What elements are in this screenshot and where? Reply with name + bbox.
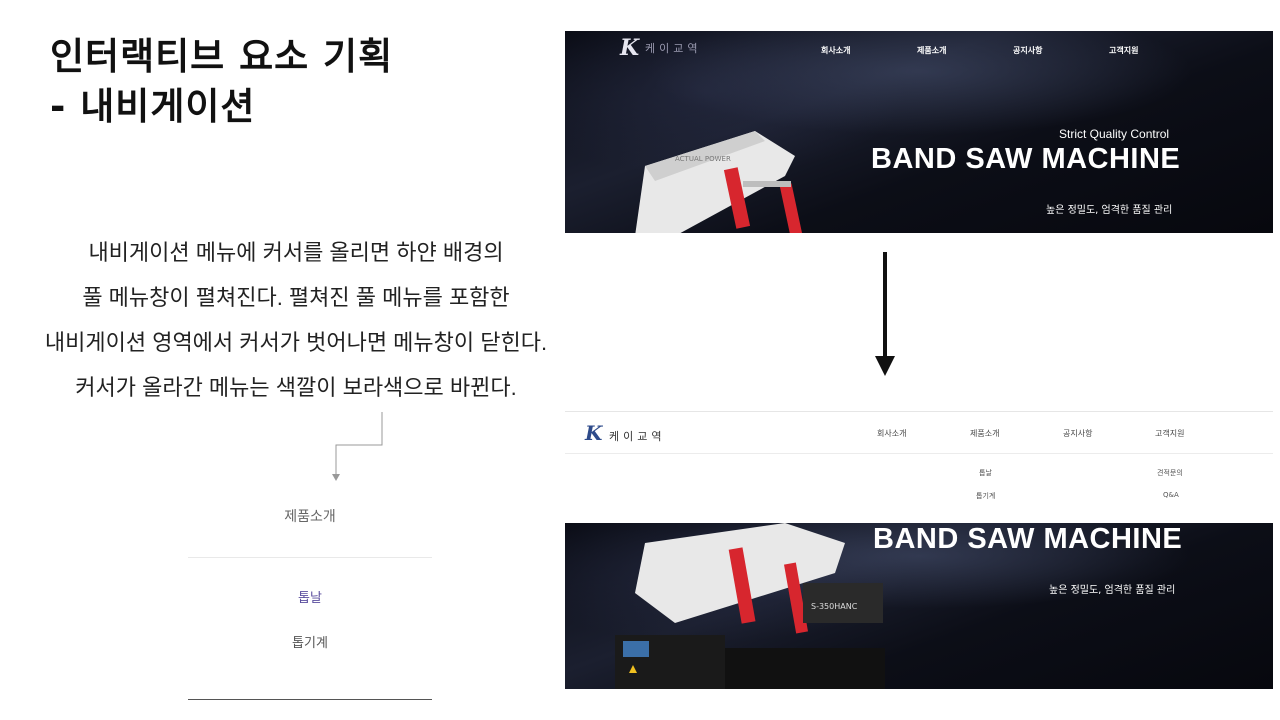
banner-before: K 케이교역 회사소개 제품소개 공지사항 고객지원 ACTUAL POWER … xyxy=(565,31,1273,233)
nav-item-products[interactable]: 제품소개 xyxy=(970,428,999,439)
nav-item-company[interactable]: 회사소개 xyxy=(821,45,850,56)
title-line-1: 인터랙티브 요소 기획 xyxy=(50,35,394,78)
description: 내비게이션 메뉴에 커서를 올리면 하얀 배경의 풀 메뉴창이 펼쳐진다. 펼쳐… xyxy=(0,230,592,410)
nav-item-company[interactable]: 회사소개 xyxy=(877,428,906,439)
detail-menu-item-saw-machine[interactable]: 톱기계 xyxy=(188,632,432,651)
machine-model-label: S-350HANC xyxy=(811,602,858,611)
detail-menu-header[interactable]: 제품소개 xyxy=(188,495,432,558)
banner-after: S-350HANC BAND SAW MACHINE 높은 정밀도, 엄격한 품… xyxy=(565,523,1273,689)
svg-text:ACTUAL POWER: ACTUAL POWER xyxy=(675,155,731,163)
nav-item-support[interactable]: 고객지원 xyxy=(1155,428,1184,439)
submenu-item-quote[interactable]: 견적문의 xyxy=(1157,468,1183,478)
band-saw-machine-image: ACTUAL POWER xyxy=(635,131,803,233)
menu-divider xyxy=(565,453,1273,454)
band-saw-machine-image: S-350HANC xyxy=(615,523,885,689)
nav-item-notice[interactable]: 공지사항 xyxy=(1013,45,1042,56)
banner-headline: BAND SAW MACHINE xyxy=(873,523,1183,555)
detail-menu-divider xyxy=(188,699,432,700)
logo-text[interactable]: 케이교역 xyxy=(609,428,665,444)
submenu-item-saw-machine[interactable]: 톱기계 xyxy=(976,491,995,501)
nav-item-notice[interactable]: 공지사항 xyxy=(1063,428,1092,439)
banner-headline: BAND SAW MACHINE xyxy=(871,143,1181,175)
nav-item-support[interactable]: 고객지원 xyxy=(1109,45,1138,56)
banner-tagline: Strict Quality Control xyxy=(1059,127,1170,141)
full-menu: K 케이교역 회사소개 제품소개 공지사항 고객지원 톱날 톱기계 견적문의 Q… xyxy=(565,411,1273,523)
connector-arrow-icon xyxy=(332,412,383,481)
logo-icon[interactable]: K xyxy=(620,35,639,61)
banner-subline: 높은 정밀도, 엄격한 품질 관리 xyxy=(1049,585,1176,596)
detail-menu: 제품소개 톱날 톱기계 xyxy=(188,495,432,701)
arrow-down-icon xyxy=(875,252,895,376)
banner-subline: 높은 정밀도, 엄격한 품질 관리 xyxy=(1046,205,1173,216)
nav-item-products[interactable]: 제품소개 xyxy=(917,45,946,56)
submenu-item-saw-blade[interactable]: 톱날 xyxy=(979,468,992,478)
submenu-item-qna[interactable]: Q&A xyxy=(1163,491,1179,499)
detail-menu-item-saw-blade[interactable]: 톱날 xyxy=(188,587,432,606)
page-title: 인터랙티브 요소 기획 - 내비게이션 xyxy=(50,32,393,132)
logo-text[interactable]: 케이교역 xyxy=(645,40,701,56)
description-line: 커서가 올라간 메뉴는 색깔이 보라색으로 바뀐다. xyxy=(75,375,517,400)
title-line-2: - 내비게이션 xyxy=(50,85,256,128)
description-line: 내비게이션 메뉴에 커서를 올리면 하얀 배경의 xyxy=(88,240,504,265)
description-line: 내비게이션 영역에서 커서가 벗어나면 메뉴창이 닫힌다. xyxy=(44,330,548,355)
logo-icon[interactable]: K xyxy=(585,421,602,445)
description-line: 풀 메뉴창이 펼쳐진다. 펼쳐진 풀 메뉴를 포함한 xyxy=(82,285,510,310)
